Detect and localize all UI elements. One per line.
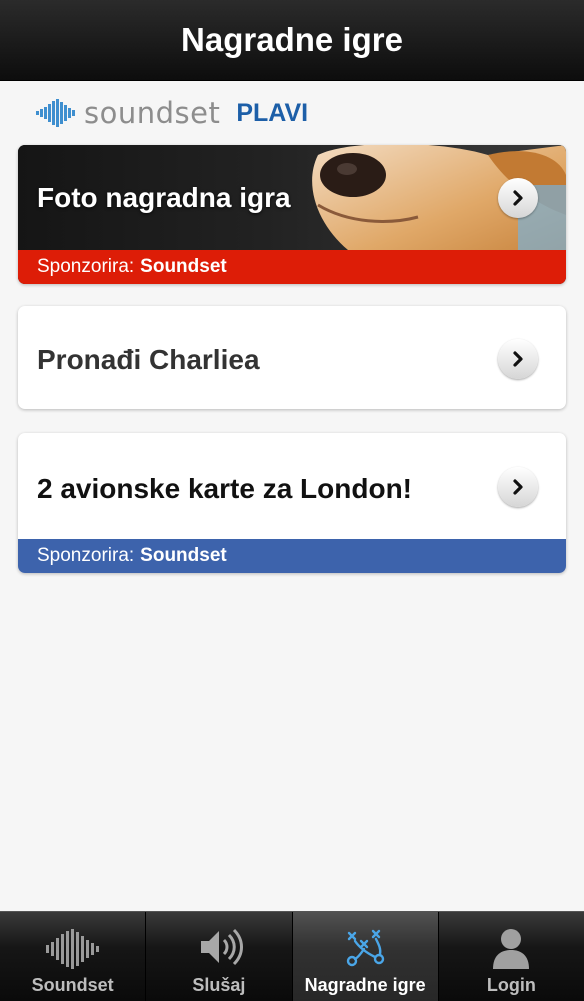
tab-label: Slušaj: [192, 975, 246, 995]
contest-title: Foto nagradna igra: [37, 182, 291, 213]
sponsor-name: Soundset: [140, 256, 227, 277]
sponsor-label: Sponzorira:: [37, 256, 135, 277]
brand-logo: soundset PLAVI: [36, 96, 308, 130]
user-icon: [493, 929, 530, 969]
strategy-board-icon: [346, 929, 385, 967]
chevron-right-icon[interactable]: [498, 178, 538, 218]
contest-card-charlie[interactable]: Pronađi Charliea: [18, 306, 566, 409]
tab-soundset[interactable]: Soundset: [0, 912, 147, 1001]
tab-label: Login: [486, 975, 536, 995]
sponsor-label: Sponzorira:: [37, 545, 135, 566]
contest-card-london[interactable]: 2 avionske karte za London! Sponzorira: …: [18, 433, 566, 573]
tab-bar: Soundset Slušaj Nagradne igre Login: [0, 911, 584, 1001]
sponsor-bar: Sponzorira: Soundset: [18, 250, 566, 284]
brand-tag: PLAVI: [236, 98, 309, 127]
sponsor-name: Soundset: [140, 545, 227, 566]
brand-name: soundset: [84, 96, 221, 130]
contest-title: 2 avionske karte za London!: [37, 473, 412, 504]
chevron-right-icon[interactable]: [498, 339, 538, 379]
tab-label: Soundset: [31, 975, 114, 995]
tab-label: Nagradne igre: [304, 975, 426, 995]
tab-slusaj[interactable]: Slušaj: [146, 912, 293, 1001]
nav-bar: Nagradne igre: [0, 0, 584, 81]
chevron-right-icon[interactable]: [498, 467, 538, 507]
speaker-icon: [200, 928, 243, 966]
soundwave-icon: [45, 929, 99, 969]
soundwave-icon: [36, 99, 75, 127]
tab-nagradne-igre[interactable]: Nagradne igre: [292, 912, 439, 1001]
tab-login[interactable]: Login: [439, 912, 584, 1001]
sponsor-bar: Sponzorira: Soundset: [18, 539, 566, 573]
contest-card-foto[interactable]: Foto nagradna igra Sponzorira: Soundset: [18, 145, 566, 284]
page-title: Nagradne igre: [181, 21, 403, 58]
contest-title: Pronađi Charliea: [37, 344, 260, 375]
